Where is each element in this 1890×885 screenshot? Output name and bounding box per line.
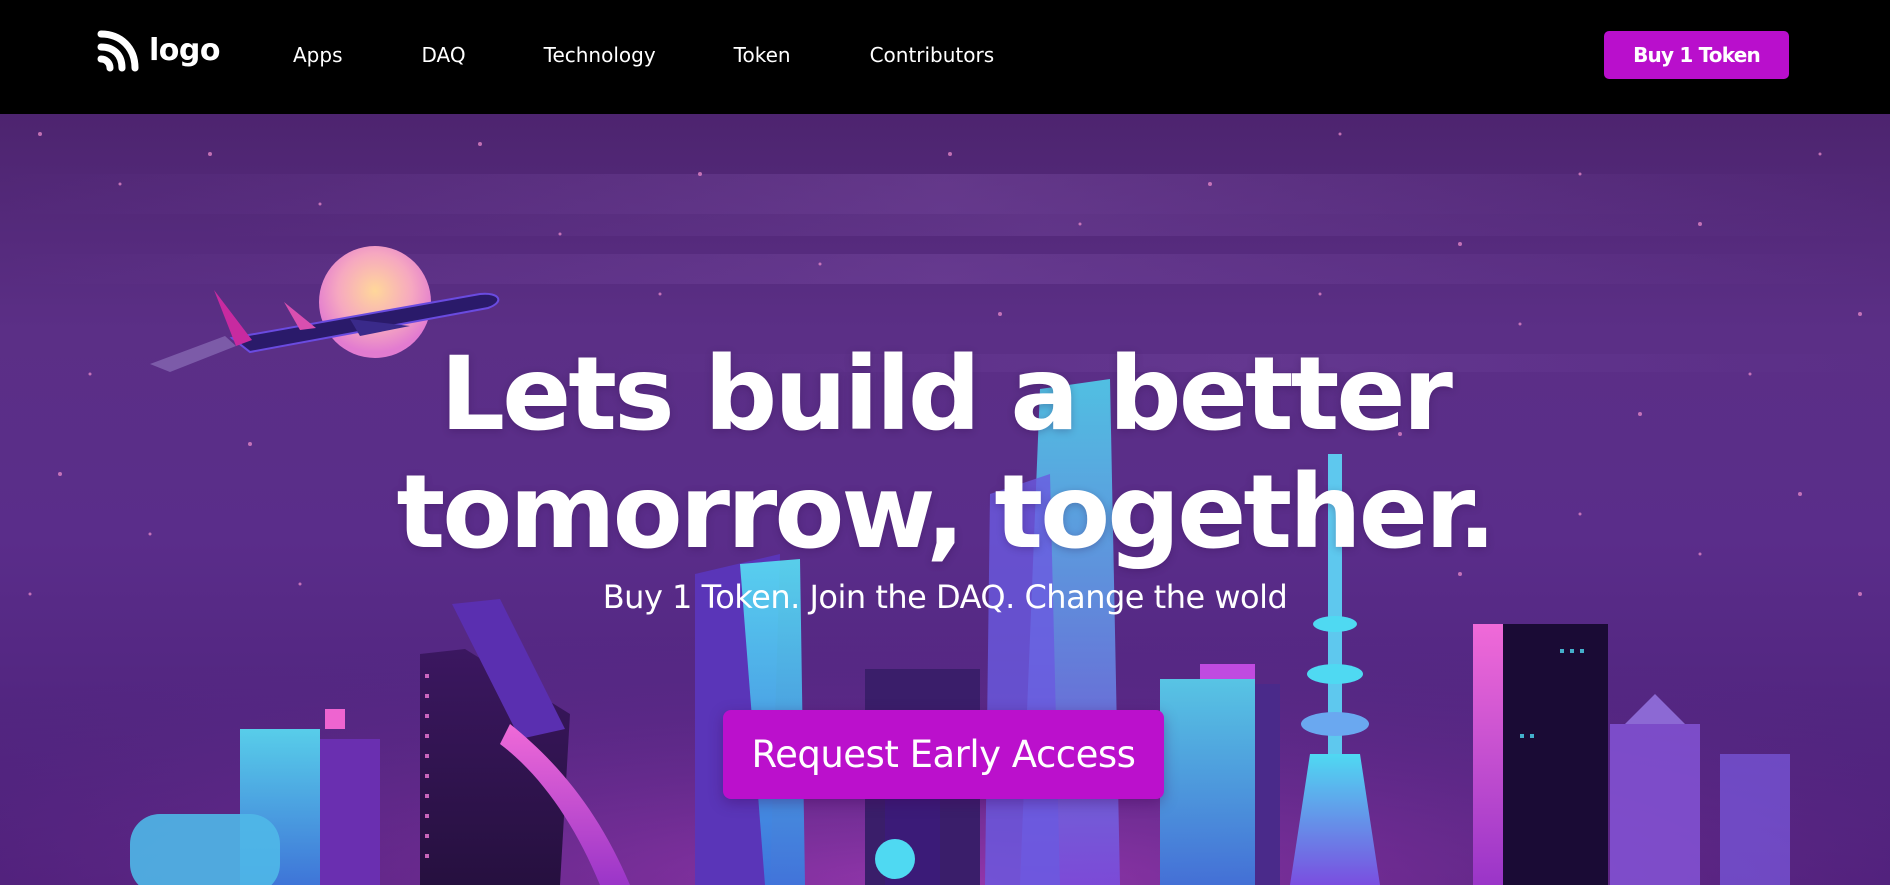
hero-section: Lets build a better tomorrow, together. … — [0, 114, 1890, 885]
top-navigation-bar: logo Apps DAQ Technology Token Contribut… — [0, 0, 1890, 114]
buy-token-button[interactable]: Buy 1 Token — [1604, 31, 1789, 79]
main-nav: Apps DAQ Technology Token Contributors — [293, 40, 994, 70]
nav-item-token[interactable]: Token — [734, 40, 791, 70]
hero-subheadline: Buy 1 Token. Join the DAQ. Change the wo… — [602, 578, 1288, 616]
rss-feed-icon — [97, 30, 139, 72]
nav-item-daq[interactable]: DAQ — [422, 40, 466, 70]
brand-name: logo — [149, 33, 220, 68]
hero-headline: Lets build a better tomorrow, together. — [345, 336, 1545, 572]
nav-item-apps[interactable]: Apps — [293, 40, 343, 70]
request-early-access-button[interactable]: Request Early Access — [723, 710, 1164, 799]
nav-item-contributors[interactable]: Contributors — [870, 40, 995, 70]
hero-content: Lets build a better tomorrow, together. … — [0, 114, 1890, 885]
brand-logo[interactable]: logo — [97, 30, 220, 72]
hero-headline-line-1: Lets build a better — [440, 335, 1453, 454]
hero-headline-line-2: tomorrow, together. — [396, 453, 1497, 572]
nav-item-technology[interactable]: Technology — [544, 40, 656, 70]
